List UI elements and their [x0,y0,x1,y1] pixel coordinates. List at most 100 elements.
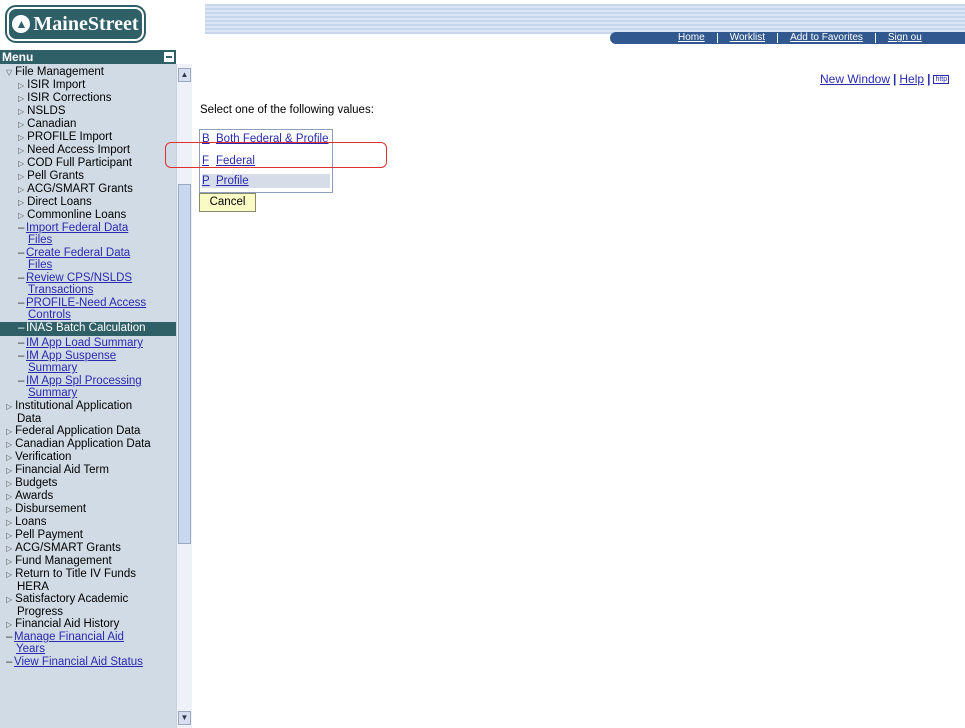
menu-item[interactable]: ▷ Pell Grants [0,170,176,183]
menu-item[interactable]: ▷ Pell Payment [0,529,176,542]
nav-home-link[interactable]: Home [666,33,717,43]
menu-item-label[interactable]: Disbursement [15,503,86,515]
menu-item-label[interactable]: Financial Aid History [15,618,119,630]
menu-item[interactable]: ▷ Satisfactory Academic Progress [0,593,176,618]
collapse-menu-icon[interactable] [164,52,174,62]
menu-item-link[interactable]: IM App Spl Processing [26,375,142,387]
menu-item[interactable]: ▷ Direct Loans [0,196,176,209]
menu-item-link[interactable]: Manage Financial Aid [14,631,124,643]
menu-item-link[interactable]: View Financial Aid Status [14,656,143,668]
scroll-down-icon[interactable]: ▼ [178,711,191,725]
menu-item[interactable]: ▽ File Management [0,66,176,79]
menu-item-label[interactable]: ISIR Corrections [27,92,111,104]
menu-item[interactable]: ▷ PROFILE Import [0,131,176,144]
menu-item-label[interactable]: Need Access Import [27,144,130,156]
menu-item[interactable]: – PROFILE-Need Access Controls [0,297,176,322]
menu-item[interactable]: – IM App Spl Processing Summary [0,375,176,400]
menu-item[interactable]: – Review CPS/NSLDS Transactions [0,272,176,297]
menu-item-label-continued[interactable]: Progress [17,606,63,618]
menu-item-label-continued[interactable]: Files [28,259,52,271]
menu-item[interactable]: – IM App Load Summary [0,337,176,350]
menu-item-label-continued[interactable]: Data [17,413,41,425]
menu-item-label[interactable]: Federal Application Data [15,425,140,437]
menu-item-link[interactable]: Review CPS/NSLDS [26,272,132,284]
menu-item-label[interactable]: ACG/SMART Grants [27,183,133,195]
menu-item[interactable]: ▷ COD Full Participant [0,157,176,170]
value-description[interactable]: Profile [216,175,249,187]
menu-item-label[interactable]: Institutional Application [15,400,132,412]
menu-item[interactable]: ▷ Loans [0,516,176,529]
menu-item-label[interactable]: Return to Title IV Funds [15,568,136,580]
menu-item[interactable]: ▷ Return to Title IV Funds HERA [0,568,176,593]
help-link[interactable]: Help [899,72,924,86]
menu-item-label[interactable]: COD Full Participant [27,157,132,169]
menu-item-label[interactable]: NSLDS [27,105,65,117]
menu-item[interactable]: ▷ Financial Aid History [0,618,176,631]
menu-item-label[interactable]: Fund Management [15,555,112,567]
menu-item[interactable]: – IM App Suspense Summary [0,350,176,375]
menu-item[interactable]: ▷ Verification [0,451,176,464]
menu-item[interactable]: ▷ Disbursement [0,503,176,516]
scrollbar-thumb[interactable] [178,184,191,544]
menu-item-label-continued[interactable]: Summary [28,387,77,399]
menu-item-label-continued[interactable]: Summary [28,362,77,374]
menu-item[interactable]: – INAS Batch Calculation [0,322,176,336]
menu-item-label[interactable]: Satisfactory Academic [15,593,128,605]
menu-item[interactable]: ▷ Fund Management [0,555,176,568]
menu-item[interactable]: ▷ Need Access Import [0,144,176,157]
menu-item-label[interactable]: Loans [15,516,46,528]
new-window-link[interactable]: New Window [820,72,890,86]
menu-item-label[interactable]: File Management [15,66,104,78]
menu-item[interactable]: – Import Federal Data Files [0,222,176,247]
value-code[interactable]: P [202,175,214,187]
menu-item-link[interactable]: Create Federal Data [26,247,130,259]
menu-item[interactable]: – Manage Financial Aid Years [0,631,176,656]
menu-item-label[interactable]: ACG/SMART Grants [15,542,121,554]
menu-item-label[interactable]: ISIR Import [27,79,85,91]
nav-worklist-link[interactable]: Worklist [716,33,777,43]
menu-item-label[interactable]: Awards [15,490,53,502]
value-row-profile[interactable]: P Profile [202,174,330,188]
menu-item-label[interactable]: INAS Batch Calculation [26,322,146,334]
menu-item-label[interactable]: Pell Payment [15,529,83,541]
menu-item[interactable]: ▷ Financial Aid Term [0,464,176,477]
menu-item[interactable]: ▷ Federal Application Data [0,425,176,438]
cancel-button[interactable]: Cancel [199,193,256,212]
menu-item-label[interactable]: Direct Loans [27,196,92,208]
menu-item-label[interactable]: Verification [15,451,71,463]
menu-item[interactable]: ▷ ACG/SMART Grants [0,542,176,555]
menu-item-link[interactable]: PROFILE-Need Access [26,297,146,309]
menu-item-label[interactable]: Commonline Loans [27,209,126,221]
menu-item[interactable]: – View Financial Aid Status [0,656,176,669]
menu-item[interactable]: ▷ Canadian Application Data [0,438,176,451]
menu-item[interactable]: ▷ ACG/SMART Grants [0,183,176,196]
menu-item-label[interactable]: Canadian Application Data [15,438,151,450]
menu-item-link[interactable]: Import Federal Data [26,222,128,234]
menu-item-link[interactable]: IM App Load Summary [26,337,143,349]
nav-sign-out-link[interactable]: Sign ou [874,33,934,43]
menu-item[interactable]: ▷ Budgets [0,477,176,490]
menu-item-link[interactable]: IM App Suspense [26,350,116,362]
menu-item-label-continued[interactable]: Controls [28,309,71,321]
menu-item-label-continued[interactable]: HERA [17,581,49,593]
menu-item-label[interactable]: Canadian [27,118,76,130]
menu-item[interactable]: ▷ Awards [0,490,176,503]
scroll-up-icon[interactable]: ▲ [178,68,191,82]
menu-item[interactable]: ▷ Institutional Application Data [0,400,176,425]
menu-item-label-continued[interactable]: Transactions [28,284,93,296]
menu-item[interactable]: ▷ ISIR Corrections [0,92,176,105]
http-link-icon[interactable]: http [933,75,950,85]
menu-item-label[interactable]: Pell Grants [27,170,84,182]
nav-add-to-favorites-link[interactable]: Add to Favorites [777,33,875,43]
menu-item[interactable]: ▷ ISIR Import [0,79,176,92]
menu-item[interactable]: ▷ Commonline Loans [0,209,176,222]
menu-item[interactable]: ▷ NSLDS [0,105,176,118]
menu-item-label-continued[interactable]: Files [28,234,52,246]
menu-item[interactable]: – Create Federal Data Files [0,247,176,272]
mainestreet-logo[interactable]: ▲ MaineStreet [5,5,146,43]
menu-item-label[interactable]: Budgets [15,477,57,489]
menu-item[interactable]: ▷ Canadian [0,118,176,131]
menu-item-label[interactable]: PROFILE Import [27,131,112,143]
menu-item-label[interactable]: Financial Aid Term [15,464,109,476]
menu-item-label-continued[interactable]: Years [16,643,45,655]
